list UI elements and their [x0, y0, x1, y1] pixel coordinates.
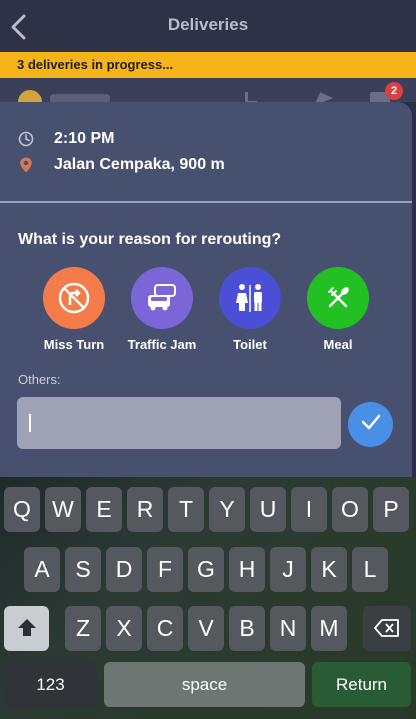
key-c[interactable]: C — [147, 606, 183, 651]
key-w[interactable]: W — [45, 487, 81, 532]
key-h[interactable]: H — [229, 547, 265, 592]
key-z[interactable]: Z — [65, 606, 101, 651]
key-d[interactable]: D — [106, 547, 142, 592]
key-e[interactable]: E — [86, 487, 122, 532]
shift-key[interactable] — [4, 606, 49, 651]
reason-meal[interactable]: Meal — [293, 267, 383, 352]
check-icon — [360, 413, 382, 436]
key-u[interactable]: U — [250, 487, 286, 532]
others-label: Others: — [18, 372, 61, 387]
numbers-key[interactable]: 123 — [4, 662, 97, 707]
navigation-icon — [310, 88, 334, 102]
key-i[interactable]: I — [291, 487, 327, 532]
eta-time: 2:10 PM — [54, 130, 115, 147]
background-delivery-strip — [0, 78, 416, 102]
keyboard: Q W E R T Y U I O P A S D F G H J K L Z … — [0, 477, 416, 719]
backspace-icon — [374, 616, 400, 642]
reroute-question: What is your reason for rerouting? — [18, 231, 282, 248]
key-g[interactable]: G — [188, 547, 224, 592]
reroute-sheet: 2:10 PM Jalan Cempaka, 900 m What is you… — [0, 102, 412, 477]
key-j[interactable]: J — [270, 547, 306, 592]
others-input[interactable] — [17, 397, 341, 449]
time-row: 2:10 PM — [18, 128, 114, 150]
obscured-text — [50, 94, 110, 102]
top-bar: Deliveries — [0, 0, 416, 52]
key-k[interactable]: K — [311, 547, 347, 592]
text-cursor — [29, 414, 31, 432]
key-p[interactable]: P — [373, 487, 409, 532]
location-row: Jalan Cempaka, 900 m — [18, 154, 225, 176]
coin-icon — [18, 90, 42, 102]
divider — [0, 201, 412, 203]
notification-badge: 2 — [385, 82, 403, 100]
reason-toilet[interactable]: Toilet — [205, 267, 295, 352]
key-r[interactable]: R — [127, 487, 163, 532]
reason-label: Traffic Jam — [127, 337, 197, 352]
key-o[interactable]: O — [332, 487, 368, 532]
traffic-cars-icon[interactable] — [131, 267, 193, 329]
key-n[interactable]: N — [270, 606, 306, 651]
key-t[interactable]: T — [168, 487, 204, 532]
key-s[interactable]: S — [65, 547, 101, 592]
key-y[interactable]: Y — [209, 487, 245, 532]
return-key[interactable]: Return — [312, 662, 411, 707]
space-key[interactable]: space — [104, 662, 305, 707]
shift-arrow-icon — [16, 618, 38, 644]
no-turn-icon[interactable] — [43, 267, 105, 329]
deliveries-progress-banner[interactable]: 3 deliveries in progress... — [0, 52, 416, 78]
page-title: Deliveries — [167, 15, 249, 34]
reason-traffic-jam[interactable]: Traffic Jam — [117, 267, 207, 352]
key-m[interactable]: M — [311, 606, 347, 651]
utensils-icon[interactable] — [307, 267, 369, 329]
reason-label: Miss Turn — [43, 337, 105, 352]
key-v[interactable]: V — [188, 606, 224, 651]
clock-icon — [18, 131, 34, 147]
location-text: Jalan Cempaka, 900 m — [54, 156, 225, 173]
backspace-key[interactable] — [363, 606, 411, 651]
key-x[interactable]: X — [106, 606, 142, 651]
key-q[interactable]: Q — [4, 487, 40, 532]
location-pin-icon — [18, 157, 34, 173]
reason-label: Meal — [323, 337, 353, 352]
reason-label: Toilet — [233, 337, 267, 352]
submit-button[interactable] — [348, 402, 393, 447]
restroom-icon[interactable] — [219, 267, 281, 329]
key-a[interactable]: A — [24, 547, 60, 592]
key-l[interactable]: L — [352, 547, 388, 592]
route-icon — [245, 92, 257, 102]
key-b[interactable]: B — [229, 606, 265, 651]
reason-miss-turn[interactable]: Miss Turn — [29, 267, 119, 352]
key-f[interactable]: F — [147, 547, 183, 592]
